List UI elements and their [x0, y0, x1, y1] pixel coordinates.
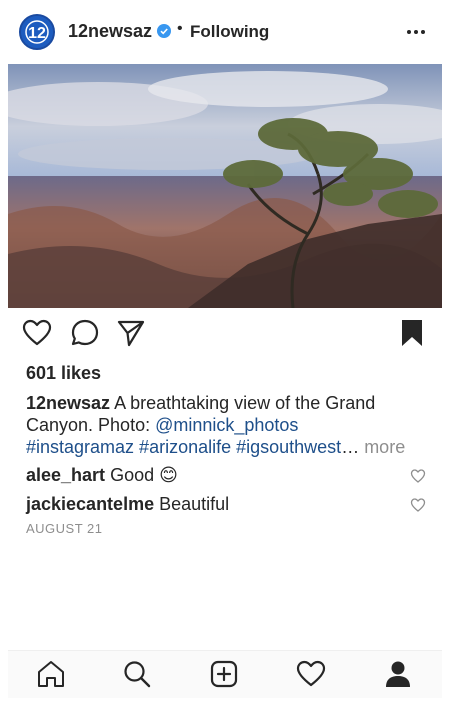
home-icon[interactable]: [36, 659, 66, 689]
caption-more-link[interactable]: more: [359, 437, 405, 457]
new-post-icon[interactable]: [209, 659, 239, 689]
profile-icon[interactable]: [383, 659, 413, 689]
avatar[interactable]: 12: [19, 14, 55, 50]
send-icon[interactable]: [116, 318, 146, 348]
post-date: AUGUST 21: [26, 521, 103, 536]
caption-hashtags[interactable]: #instagramaz #arizonalife #igsouthwest: [26, 437, 341, 457]
comment-icon[interactable]: [70, 318, 100, 348]
svg-text:12: 12: [28, 25, 46, 42]
caption-mention[interactable]: @minnick_photos: [155, 415, 298, 435]
caption-username[interactable]: 12newsaz: [26, 393, 110, 413]
smile-emoji-icon: 😊: [159, 465, 178, 485]
account-name[interactable]: 12newsaz: [68, 21, 152, 42]
likes-count[interactable]: 601 likes: [26, 363, 101, 384]
post-caption: 12newsaz A breathtaking view of the Gran…: [26, 392, 426, 458]
activity-heart-icon[interactable]: [296, 659, 326, 689]
search-icon[interactable]: [122, 659, 152, 689]
comment-text: Good: [105, 465, 160, 485]
comment-row: jackiecantelme Beautiful: [26, 494, 406, 515]
heart-icon[interactable]: [22, 318, 52, 348]
verified-badge-icon: [157, 24, 171, 38]
comment-username[interactable]: alee_hart: [26, 465, 105, 485]
separator-dot: •: [177, 20, 183, 37]
caption-ellipsis: …: [341, 437, 360, 457]
comment-row: alee_hart Good 😊: [26, 465, 406, 486]
bottom-tab-bar: [8, 650, 442, 698]
comment-username[interactable]: jackiecantelme: [26, 494, 154, 514]
bookmark-icon[interactable]: [398, 318, 428, 348]
post-photo[interactable]: [8, 64, 442, 308]
comment-text: Beautiful: [154, 494, 230, 514]
post-header: 12 12newsaz • Following: [0, 0, 450, 64]
more-options-icon[interactable]: [404, 20, 428, 44]
news-logo-icon: 12: [21, 16, 53, 48]
comment-like-icon[interactable]: [410, 497, 426, 513]
grand-canyon-photo: [8, 64, 442, 308]
post-actions: [0, 318, 450, 352]
comment-like-icon[interactable]: [410, 468, 426, 484]
following-button[interactable]: Following: [190, 22, 269, 42]
